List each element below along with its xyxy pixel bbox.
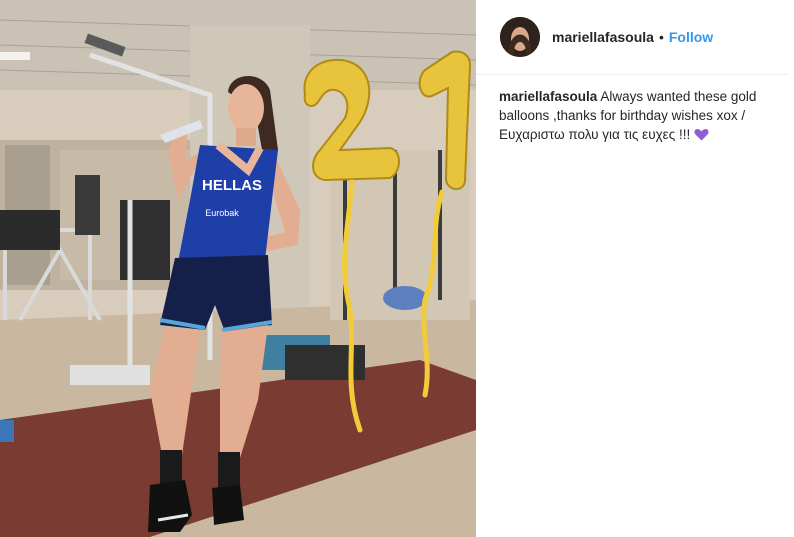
jersey-text: HELLAS xyxy=(202,177,262,194)
separator-dot: • xyxy=(658,29,664,45)
header-username-link[interactable]: mariellafasoula xyxy=(552,29,654,45)
follow-button[interactable]: Follow xyxy=(669,29,713,45)
jersey-sponsor-text: Eurobak xyxy=(205,208,239,218)
post-sidebar: mariellafasoula • Follow mariellafasoula… xyxy=(476,0,794,537)
purple-heart-icon xyxy=(694,127,709,141)
avatar[interactable] xyxy=(500,17,540,57)
caption-username-link[interactable]: mariellafasoula xyxy=(499,89,597,104)
post-caption: mariellafasoula Always wanted these gold… xyxy=(499,87,769,144)
instagram-post: HELLAS Eurobak mariellafasoula • Follow … xyxy=(0,0,794,537)
post-header: mariellafasoula • Follow xyxy=(476,0,788,75)
gym-scene-illustration: HELLAS Eurobak xyxy=(0,0,476,537)
post-photo[interactable]: HELLAS Eurobak xyxy=(0,0,476,537)
